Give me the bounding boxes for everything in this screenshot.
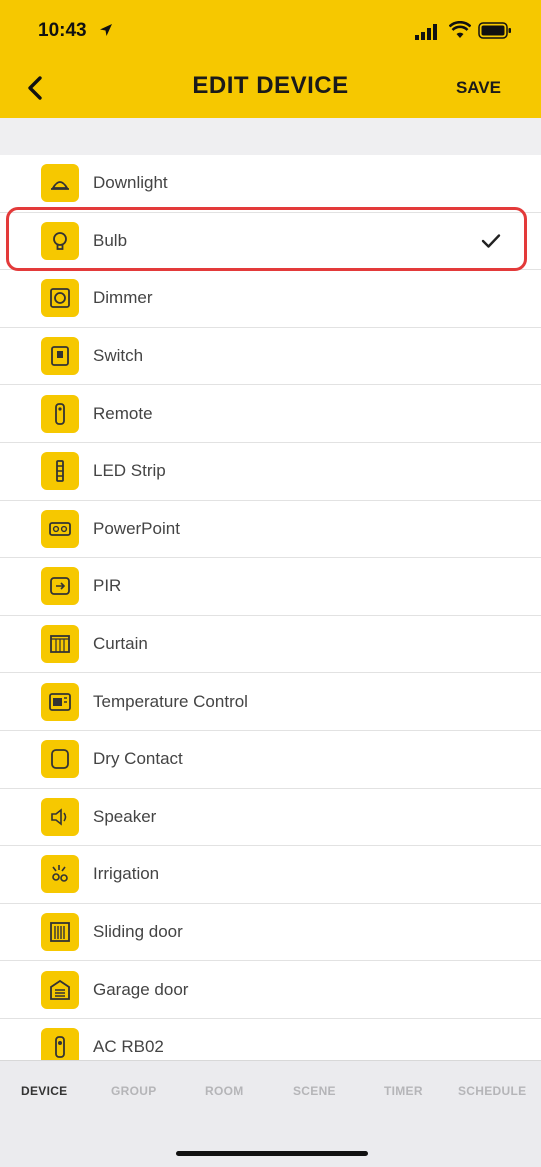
status-bar: 10:43 bbox=[0, 0, 541, 60]
device-type-label: Speaker bbox=[93, 806, 157, 826]
device-type-row[interactable]: LED Strip bbox=[0, 443, 541, 501]
device-type-row[interactable]: PIR bbox=[0, 558, 541, 616]
irrigation-icon bbox=[41, 855, 79, 894]
cellular-signal-icon bbox=[415, 24, 437, 40]
back-button[interactable] bbox=[20, 72, 52, 104]
device-type-row[interactable]: Dry Contact bbox=[0, 731, 541, 789]
device-type-label: Remote bbox=[93, 403, 153, 423]
device-type-label: Curtain bbox=[93, 634, 148, 654]
device-type-row[interactable]: Curtain bbox=[0, 616, 541, 674]
list-top-spacer bbox=[0, 118, 541, 155]
save-button[interactable]: SAVE bbox=[456, 78, 501, 98]
tab-scene[interactable]: SCENE bbox=[293, 1084, 336, 1098]
device-type-row[interactable]: Remote bbox=[0, 385, 541, 443]
device-type-row[interactable]: Switch bbox=[0, 328, 541, 386]
powerpoint-icon bbox=[41, 509, 79, 548]
device-type-label: Temperature Control bbox=[93, 691, 248, 711]
temperature-control-icon bbox=[41, 682, 79, 721]
bulb-icon bbox=[41, 221, 79, 260]
device-type-label: Dimmer bbox=[93, 288, 153, 308]
header-bar: 10:43 EDIT DEVICE SAVE bbox=[0, 0, 541, 118]
device-type-list[interactable]: Downlight Bulb Dimmer Switch Remote LED Strip… bbox=[0, 155, 541, 1060]
tab-room[interactable]: ROOM bbox=[205, 1084, 244, 1098]
sliding-door-icon bbox=[41, 913, 79, 952]
device-type-row[interactable]: Irrigation bbox=[0, 846, 541, 904]
device-type-label: Downlight bbox=[93, 173, 168, 193]
tab-timer[interactable]: TIMER bbox=[384, 1084, 423, 1098]
curtain-icon bbox=[41, 625, 79, 664]
device-type-row[interactable]: Bulb bbox=[0, 213, 541, 271]
device-type-label: Bulb bbox=[93, 230, 128, 250]
speaker-icon bbox=[41, 797, 79, 836]
location-arrow-icon bbox=[100, 24, 112, 36]
device-type-label: Switch bbox=[93, 346, 144, 366]
device-type-row[interactable]: Temperature Control bbox=[0, 673, 541, 731]
tab-schedule[interactable]: SCHEDULE bbox=[458, 1084, 526, 1098]
ac-rb02-icon bbox=[41, 1028, 79, 1060]
status-time: 10:43 bbox=[38, 20, 87, 41]
tab-device[interactable]: DEVICE bbox=[21, 1084, 67, 1098]
checkmark-icon bbox=[481, 234, 501, 248]
device-type-row[interactable]: AC RB02 bbox=[0, 1019, 541, 1060]
pir-icon bbox=[41, 567, 79, 606]
switch-icon bbox=[41, 337, 79, 376]
battery-icon bbox=[478, 22, 511, 39]
device-type-row[interactable]: Speaker bbox=[0, 789, 541, 847]
device-type-label: Sliding door bbox=[93, 922, 183, 942]
bottom-tab-bar: DEVICE GROUP ROOM SCENE TIMER SCHEDULE bbox=[0, 1060, 541, 1167]
device-type-label: LED Strip bbox=[93, 461, 166, 481]
dry-contact-icon bbox=[41, 740, 79, 779]
tab-group[interactable]: GROUP bbox=[111, 1084, 157, 1098]
home-indicator bbox=[176, 1151, 368, 1156]
device-type-row[interactable]: Downlight bbox=[0, 155, 541, 213]
remote-icon bbox=[41, 394, 79, 433]
device-type-label: PowerPoint bbox=[93, 518, 180, 538]
device-type-label: Garage door bbox=[93, 979, 189, 999]
device-type-row[interactable]: Dimmer bbox=[0, 270, 541, 328]
dimmer-icon bbox=[41, 279, 79, 318]
wifi-icon bbox=[449, 21, 471, 38]
device-type-row[interactable]: PowerPoint bbox=[0, 501, 541, 559]
led-strip-icon bbox=[41, 452, 79, 491]
downlight-icon bbox=[41, 164, 79, 203]
device-type-label: AC RB02 bbox=[93, 1037, 164, 1057]
device-type-label: Irrigation bbox=[93, 864, 160, 884]
garage-door-icon bbox=[41, 970, 79, 1009]
device-type-label: PIR bbox=[93, 576, 122, 596]
device-type-label: Dry Contact bbox=[93, 749, 183, 769]
device-type-row[interactable]: Garage door bbox=[0, 961, 541, 1019]
device-type-row[interactable]: Sliding door bbox=[0, 904, 541, 962]
